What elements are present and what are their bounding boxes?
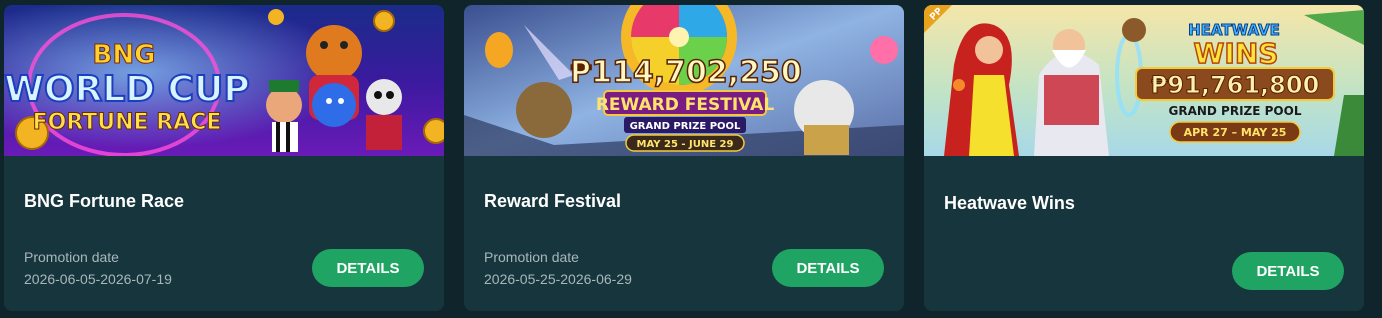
- promotion-banner-heatwave-wins[interactable]: PP HEATWAVE WINS ₱91,761,800 GRAND PRIZE…: [924, 5, 1364, 156]
- promotion-banner-reward-festival[interactable]: ₱114,702,250 REWARD FESTIVAL GRAND PRIZE…: [464, 5, 904, 156]
- details-button[interactable]: DETAILS: [312, 249, 424, 287]
- banner-bng-text: BNG: [93, 40, 156, 70]
- promotion-date-label: Promotion date: [24, 249, 119, 265]
- banner-fortune-race-text: FORTUNE RACE: [33, 110, 222, 135]
- details-button[interactable]: DETAILS: [1232, 252, 1344, 290]
- promotion-title: Reward Festival: [484, 191, 622, 211]
- banner-headline-text: REWARD FESTIVAL: [596, 95, 775, 115]
- promotion-card-reward-festival[interactable]: ₱114,702,250 REWARD FESTIVAL GRAND PRIZE…: [464, 5, 904, 311]
- banner-dates-text: APR 27 – MAY 25: [1184, 126, 1287, 139]
- banner-subline-text: GRAND PRIZE POOL: [1169, 104, 1302, 118]
- promotion-banner-bng-world-cup[interactable]: BNG WORLD CUP FORTUNE RACE: [4, 5, 444, 156]
- promotion-title: BNG Fortune Race: [24, 191, 185, 211]
- promotions-row: BNG WORLD CUP FORTUNE RACE BNG Fortune R…: [0, 0, 1382, 318]
- banner-amount-text: ₱114,702,250: [570, 55, 802, 90]
- banner-subline-text: GRAND PRIZE POOL: [630, 121, 741, 132]
- banner-world-cup-text: WORLD CUP: [4, 69, 249, 110]
- promotion-date-value: 2026-06-05-2026-07-19: [24, 271, 172, 287]
- banner-wins-text: WINS: [1194, 37, 1279, 70]
- promotion-card-heatwave-wins[interactable]: PP HEATWAVE WINS ₱91,761,800 GRAND PRIZE…: [924, 5, 1364, 311]
- promotion-date-value: 2026-05-25-2026-06-29: [484, 271, 632, 287]
- promotion-card-bng-fortune-race[interactable]: BNG WORLD CUP FORTUNE RACE BNG Fortune R…: [4, 5, 444, 311]
- details-button[interactable]: DETAILS: [772, 249, 884, 287]
- promotion-date-label: Promotion date: [484, 249, 579, 265]
- promotion-title: Heatwave Wins: [944, 193, 1075, 213]
- banner-dates-text: MAY 25 - JUNE 29: [637, 139, 734, 150]
- banner-amount-text: ₱91,761,800: [1151, 71, 1320, 99]
